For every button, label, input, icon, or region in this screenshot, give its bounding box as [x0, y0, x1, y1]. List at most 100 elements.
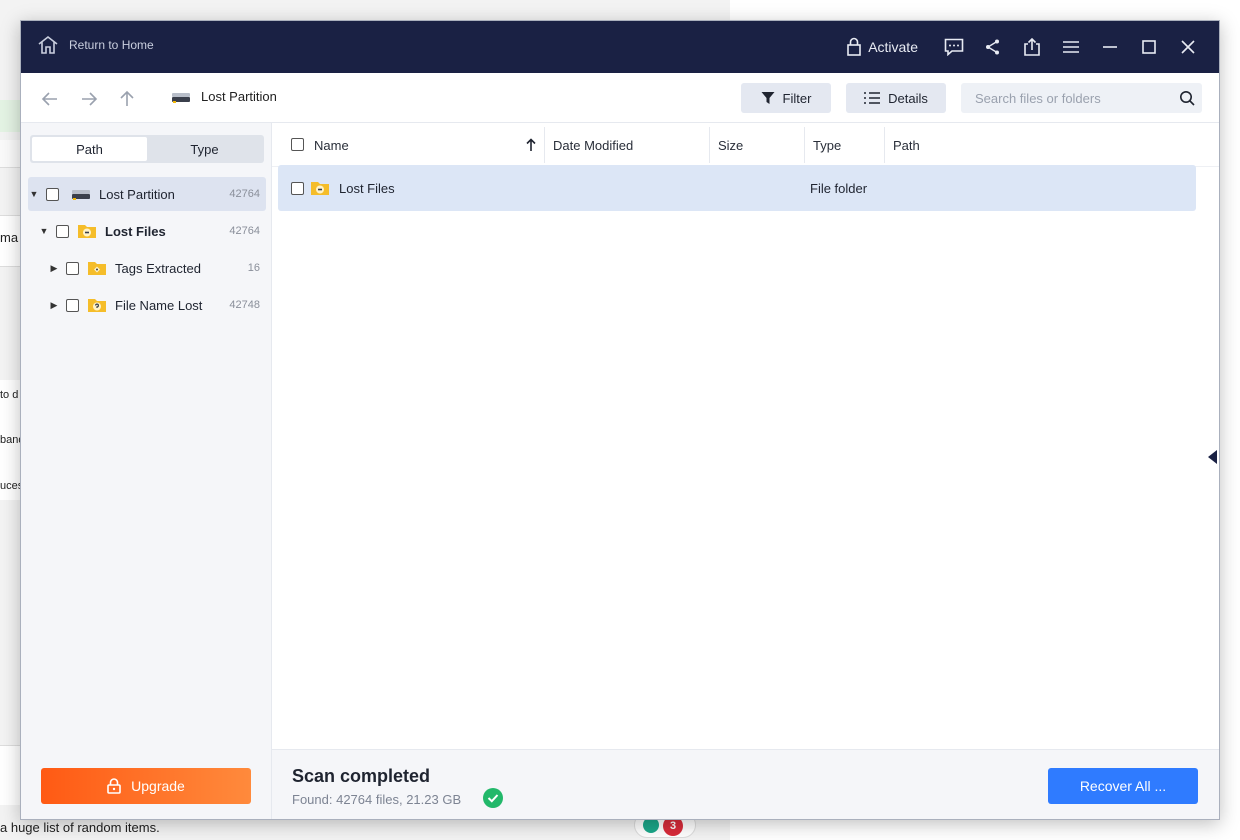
caret-right-icon[interactable]: ▶ [48, 263, 60, 274]
caret-down-icon[interactable]: ▼ [28, 189, 40, 199]
drive-icon [72, 190, 90, 200]
tab-path[interactable]: Path [32, 137, 147, 161]
filter-button[interactable]: Filter [741, 83, 831, 113]
tree-item-count: 42748 [229, 299, 260, 311]
lock-icon [847, 37, 861, 56]
return-home-button[interactable]: Return to Home [37, 35, 154, 55]
tree-item-count: 42764 [229, 225, 260, 237]
breadcrumb[interactable]: Lost Partition [171, 89, 277, 104]
breadcrumb-label: Lost Partition [201, 89, 277, 104]
activate-label: Activate [868, 39, 918, 55]
column-divider[interactable] [804, 127, 805, 163]
minimize-button[interactable] [1090, 33, 1129, 61]
row-checkbox[interactable] [291, 182, 304, 195]
tree-item-lost-files[interactable]: ▼ Lost Files 42764 [28, 214, 266, 248]
tree-item-label: Tags Extracted [115, 260, 201, 276]
details-button[interactable]: Details [846, 83, 946, 113]
search-input[interactable] [961, 83, 1171, 113]
column-header-type[interactable]: Type [813, 123, 884, 167]
tree-item-file-name-lost[interactable]: ▶ File Name Lost 42748 [28, 288, 266, 322]
back-button[interactable] [38, 87, 62, 111]
maximize-button[interactable] [1129, 33, 1168, 61]
column-divider[interactable] [544, 127, 545, 163]
filter-label: Filter [782, 90, 812, 106]
tab-type[interactable]: Type [147, 137, 262, 161]
scan-found-summary: Found: 42764 files, 21.23 GB [292, 792, 462, 807]
feedback-button[interactable] [934, 33, 973, 61]
forward-button[interactable] [77, 87, 101, 111]
status-bar: Scan completed Found: 42764 files, 21.23… [272, 749, 1219, 819]
column-label: Size [718, 137, 744, 153]
view-mode-switch: Path Type [30, 135, 264, 163]
recovery-window: Return to Home Activate Lost Partition F… [20, 20, 1220, 820]
caret-down-icon[interactable]: ▼ [38, 226, 50, 236]
column-header-size[interactable]: Size [718, 123, 804, 167]
scan-status-title: Scan completed [292, 766, 431, 786]
up-button[interactable] [115, 87, 139, 111]
recover-all-button[interactable]: Recover All ... [1048, 768, 1198, 804]
background-text-fragment: ma [0, 230, 19, 245]
details-label: Details [888, 90, 928, 106]
collapse-panel-arrow-icon[interactable] [1208, 450, 1217, 464]
title-bar: Return to Home Activate [21, 21, 1219, 73]
column-label: Date Modified [553, 137, 634, 153]
menu-button[interactable] [1051, 33, 1090, 61]
arrow-right-icon [82, 92, 98, 106]
share-button[interactable] [973, 33, 1012, 61]
tag-folder-icon [88, 262, 106, 275]
caret-right-icon[interactable]: ▶ [48, 300, 60, 311]
sort-ascending-icon[interactable] [526, 138, 536, 152]
column-header-date-modified[interactable]: Date Modified [553, 123, 709, 167]
row-name: Lost Files [339, 180, 395, 196]
close-icon [1180, 40, 1195, 54]
row-name-cell: Lost Files [310, 165, 395, 211]
feedback-icon [944, 38, 963, 56]
drive-icon [172, 92, 190, 103]
share-icon [985, 39, 999, 55]
tree-checkbox[interactable] [56, 224, 69, 238]
lost-folder-icon [311, 182, 329, 195]
arrow-left-icon [41, 92, 57, 106]
background-bottom-text: a huge list of random items. [0, 820, 160, 835]
export-icon [1023, 37, 1040, 56]
table-row[interactable]: Lost Files File folder [278, 165, 1196, 211]
column-divider[interactable] [884, 127, 885, 163]
column-header-path[interactable]: Path [893, 123, 1093, 167]
row-type: File folder [810, 180, 868, 196]
activate-button[interactable]: Activate [846, 37, 918, 57]
column-label: Path [893, 137, 920, 153]
tree-item-tags-extracted[interactable]: ▶ Tags Extracted 16 [28, 251, 266, 285]
toolbar: Lost Partition Filter Details [21, 73, 1219, 123]
search-icon[interactable] [1179, 90, 1195, 106]
tree-checkbox[interactable] [66, 298, 79, 312]
tree-item-count: 16 [247, 262, 260, 274]
select-all-checkbox[interactable] [291, 138, 304, 151]
tree-item-lost-partition[interactable]: ▼ Lost Partition 42764 [28, 177, 266, 211]
maximize-icon [1141, 40, 1156, 54]
export-button[interactable] [1012, 33, 1051, 61]
return-home-label: Return to Home [69, 38, 154, 52]
background-text-fragment: band [0, 434, 20, 446]
minimize-icon [1102, 46, 1117, 48]
column-label: Name [314, 137, 349, 153]
close-button[interactable] [1168, 33, 1207, 61]
hamburger-menu-icon [1062, 41, 1079, 53]
tree-item-label: Lost Partition [99, 186, 175, 202]
upgrade-label: Upgrade [131, 778, 185, 794]
tree-item-label: Lost Files [105, 223, 166, 239]
column-divider[interactable] [709, 127, 710, 163]
upgrade-button[interactable]: Upgrade [41, 768, 251, 804]
list-icon [864, 92, 881, 104]
lost-folder-icon [78, 225, 96, 238]
arrow-up-icon [120, 90, 134, 106]
background-text-fragment: uces [0, 480, 20, 492]
lock-icon [107, 778, 121, 794]
list-header: Name Date Modified Size Type Path [272, 123, 1219, 167]
tree-checkbox[interactable] [66, 261, 79, 275]
check-circle-icon [483, 788, 503, 808]
file-list: Name Date Modified Size Type Path Lost F… [272, 123, 1219, 749]
column-header-name[interactable]: Name [314, 123, 544, 167]
tree-checkbox[interactable] [46, 187, 59, 201]
tree-item-label: File Name Lost [115, 297, 203, 313]
question-folder-icon [88, 299, 106, 312]
